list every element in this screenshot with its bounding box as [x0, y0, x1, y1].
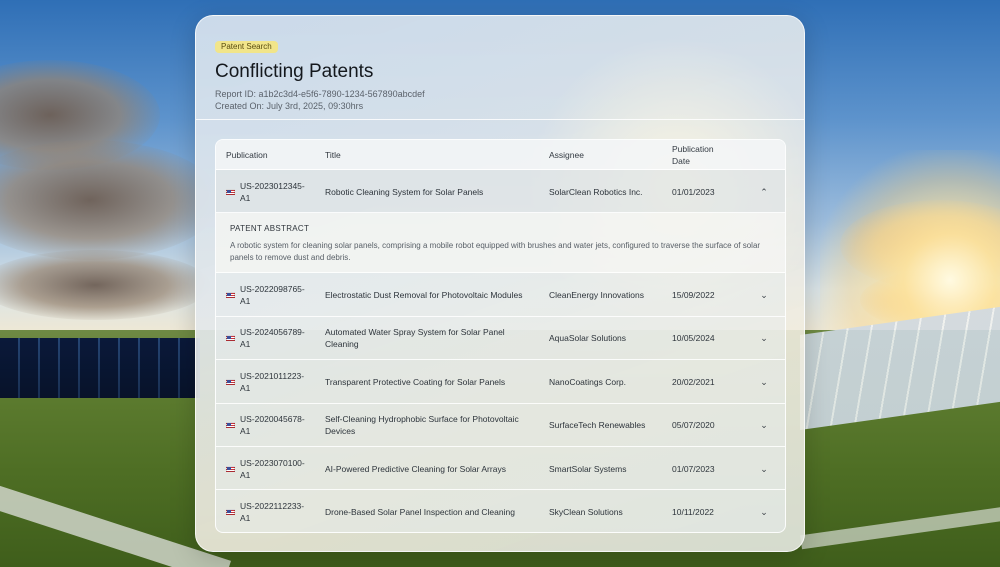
table-row[interactable]: US-2022112233-A1 Drone-Based Solar Panel… — [216, 490, 785, 532]
chevron-down-icon[interactable]: ⌄ — [760, 289, 768, 301]
us-flag-icon — [226, 465, 235, 472]
table-row[interactable]: US-2023070100-A1 AI-Powered Predictive C… — [216, 447, 785, 491]
us-flag-icon — [226, 422, 235, 429]
abstract-text: A robotic system for cleaning solar pane… — [230, 241, 761, 263]
table-row[interactable]: US-2022098765-A1 Electrostatic Dust Remo… — [216, 273, 785, 317]
us-flag-icon — [226, 188, 235, 195]
created-on: Created On: July 3rd, 2025, 09:30hrs — [215, 101, 364, 111]
column-header-publication: Publication — [226, 150, 268, 160]
patents-table: Publication Title Assignee Publication D… — [215, 139, 786, 533]
publication-number: US-2024056789-A1 — [240, 327, 305, 350]
patent-title: Electrostatic Dust Removal for Photovolt… — [325, 290, 523, 301]
page-title: Conflicting Patents — [215, 61, 374, 82]
patent-assignee: SolarClean Robotics Inc. — [549, 186, 643, 197]
column-header-title: Title — [325, 150, 341, 160]
us-flag-icon — [226, 292, 235, 299]
publication-number: US-2023012345-A1 — [240, 180, 305, 203]
table-row[interactable]: US-2021011223-A1 Transparent Protective … — [216, 360, 785, 404]
patent-abstract-panel: PATENT ABSTRACT A robotic system for cle… — [216, 213, 785, 274]
column-header-publication-date: Publication Date — [672, 144, 714, 166]
us-flag-icon — [226, 335, 235, 342]
solar-panels-left — [0, 338, 200, 398]
chevron-down-icon[interactable]: ⌄ — [760, 506, 768, 518]
patent-title: Drone-Based Solar Panel Inspection and C… — [325, 507, 515, 518]
publication-date: 05/07/2020 — [672, 420, 715, 431]
chevron-up-icon[interactable]: ⌃ — [760, 186, 768, 198]
chevron-down-icon[interactable]: ⌄ — [760, 376, 768, 388]
publication-number: US-2023070100-A1 — [240, 457, 305, 480]
card-header: Patent Search Conflicting Patents Report… — [215, 36, 785, 112]
table-row[interactable]: US-2024056789-A1 Automated Water Spray S… — [216, 317, 785, 361]
abstract-label: PATENT ABSTRACT — [230, 224, 310, 234]
table-row[interactable]: US-2023012345-A1 Robotic Cleaning System… — [216, 170, 785, 214]
patent-title: Transparent Protective Coating for Solar… — [325, 376, 506, 387]
patent-title: Self-Cleaning Hydrophobic Surface for Ph… — [325, 414, 519, 437]
publication-date: 20/02/2021 — [672, 376, 715, 387]
patent-assignee: SkyClean Solutions — [549, 507, 623, 518]
publication-number: US-2020045678-A1 — [240, 414, 305, 437]
publication-date: 01/01/2023 — [672, 186, 715, 197]
chevron-down-icon[interactable]: ⌄ — [760, 419, 768, 431]
us-flag-icon — [226, 509, 235, 516]
patent-search-badge: Patent Search — [215, 41, 278, 53]
us-flag-icon — [226, 378, 235, 385]
publication-date: 15/09/2022 — [672, 290, 715, 301]
header-divider — [196, 119, 804, 120]
chevron-down-icon[interactable]: ⌄ — [760, 332, 768, 344]
publication-number: US-2021011223-A1 — [240, 370, 305, 393]
patent-title: Robotic Cleaning System for Solar Panels — [325, 186, 484, 197]
publication-number: US-2022098765-A1 — [240, 284, 305, 307]
publication-date: 10/11/2022 — [672, 507, 714, 518]
patent-assignee: SurfaceTech Renewables — [549, 420, 646, 431]
patent-assignee: NanoCoatings Corp. — [549, 376, 627, 387]
publication-date: 10/05/2024 — [672, 333, 715, 344]
chevron-down-icon[interactable]: ⌄ — [760, 463, 768, 475]
table-row[interactable]: US-2020045678-A1 Self-Cleaning Hydrophob… — [216, 404, 785, 447]
patent-assignee: AquaSolar Solutions — [549, 333, 627, 344]
report-id: Report ID: a1b2c3d4-e5f6-7890-1234-56789… — [215, 89, 425, 99]
patent-title: Automated Water Spray System for Solar P… — [325, 327, 505, 350]
conflicting-patents-card: Patent Search Conflicting Patents Report… — [195, 15, 805, 552]
publication-number: US-2022112233-A1 — [240, 501, 305, 524]
patent-assignee: CleanEnergy Innovations — [549, 290, 644, 301]
publication-date: 01/07/2023 — [672, 463, 715, 474]
column-header-assignee: Assignee — [549, 150, 584, 160]
patent-assignee: SmartSolar Systems — [549, 463, 627, 474]
table-header: Publication Title Assignee Publication D… — [216, 140, 785, 170]
patent-title: AI-Powered Predictive Cleaning for Solar… — [325, 463, 506, 474]
